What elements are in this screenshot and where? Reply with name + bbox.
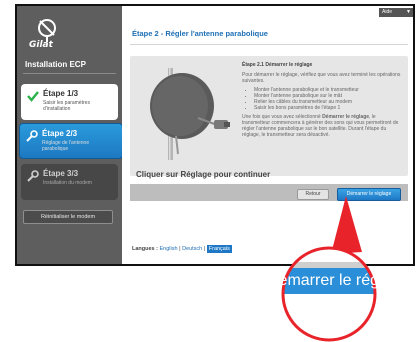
zoom-callout-text: Démarrer le régla — [267, 268, 391, 294]
zoom-callout-label: Démarrer le régla — [267, 272, 391, 289]
zoom-callout — [281, 246, 377, 342]
